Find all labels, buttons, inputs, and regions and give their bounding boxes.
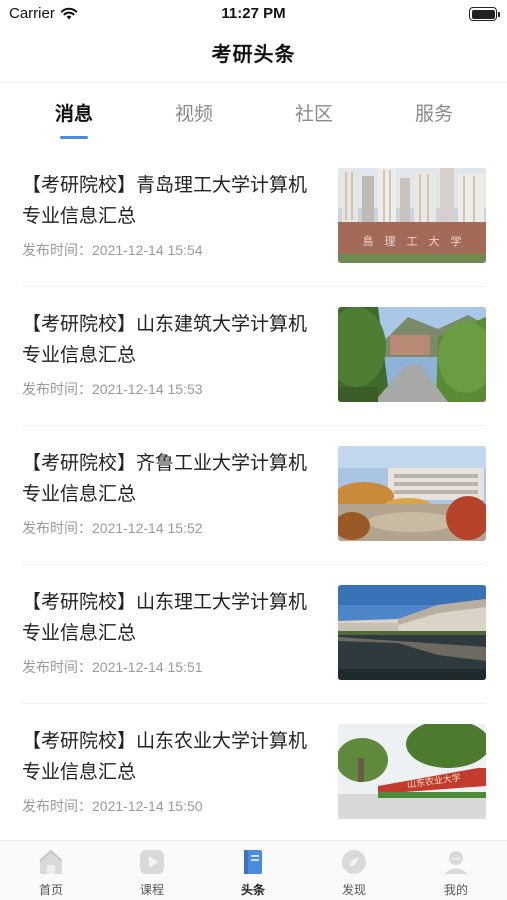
tab-services[interactable]: 服务 — [374, 99, 494, 126]
news-title[interactable]: 【考研院校】齐鲁工业大学计算机专业信息汇总 — [22, 448, 322, 510]
tabbar-courses[interactable]: 课程 — [112, 847, 192, 898]
news-title[interactable]: 【考研院校】山东理工大学计算机专业信息汇总 — [22, 587, 322, 649]
news-time: 发布时间：2021-12-14 15:51 — [22, 659, 203, 675]
book-icon — [244, 850, 262, 874]
tabbar-profile-label: 我的 — [443, 883, 468, 897]
tabbar-headlines-label: 头条 — [240, 883, 265, 897]
top-tabs: 消息 视频 社区 服务 — [0, 82, 507, 144]
compass-icon — [342, 850, 366, 874]
campus-buildings-image: 島 理 工 大 学 — [338, 168, 486, 263]
page-title: 考研头条 — [211, 44, 296, 66]
news-thumbnail[interactable]: 山东农业大学 — [338, 724, 486, 819]
tree-lined-road-image — [338, 307, 486, 402]
news-time: 发布时间：2021-12-14 15:52 — [22, 520, 203, 536]
news-thumbnail[interactable] — [338, 585, 486, 680]
news-time: 发布时间：2021-12-14 15:54 — [22, 242, 203, 258]
tabbar-home[interactable]: 首页 — [11, 847, 91, 898]
tabbar-home-label: 首页 — [38, 883, 63, 897]
tab-videos[interactable]: 视频 — [134, 99, 254, 126]
tabbar-courses-label: 课程 — [139, 883, 164, 897]
university-gate-image: 山东农业大学 — [338, 724, 486, 819]
campus-plaza-image — [338, 446, 486, 541]
status-bar: Carrier 11:27 PM — [0, 0, 507, 28]
lakeside-building-image — [338, 585, 486, 680]
news-thumbnail[interactable] — [338, 307, 486, 402]
tab-messages[interactable]: 消息 — [14, 99, 134, 126]
news-time: 发布时间：2021-12-14 15:50 — [22, 798, 203, 814]
news-title[interactable]: 【考研院校】山东农业大学计算机专业信息汇总 — [22, 726, 322, 788]
play-icon — [140, 850, 164, 874]
tabbar-profile[interactable]: 我的 — [416, 847, 496, 898]
news-item[interactable]: 【考研院校】山东农业大学计算机专业信息汇总 发布时间：2021-12-14 15… — [0, 704, 507, 843]
active-tab-indicator — [60, 136, 88, 139]
news-title[interactable]: 【考研院校】山东建筑大学计算机专业信息汇总 — [22, 309, 322, 371]
home-icon — [39, 849, 63, 874]
news-item[interactable]: 【考研院校】青岛理工大学计算机专业信息汇总 发布时间：2021-12-14 15… — [0, 148, 507, 287]
tabbar-headlines[interactable]: 头条 — [213, 847, 293, 898]
clock: 11:27 PM — [221, 5, 286, 22]
bottom-tab-bar: 首页 课程 头条 发现 我的 — [0, 840, 507, 900]
news-thumbnail[interactable]: 島 理 工 大 学 — [338, 168, 486, 263]
news-item[interactable]: 【考研院校】山东理工大学计算机专业信息汇总 发布时间：2021-12-14 15… — [0, 565, 507, 704]
news-item[interactable]: 【考研院校】山东建筑大学计算机专业信息汇总 发布时间：2021-12-14 15… — [0, 287, 507, 426]
news-title[interactable]: 【考研院校】青岛理工大学计算机专业信息汇总 — [22, 170, 322, 232]
news-time: 发布时间：2021-12-14 15:53 — [22, 381, 203, 397]
tabbar-discover-label: 发现 — [341, 883, 366, 897]
tab-community[interactable]: 社区 — [254, 99, 374, 126]
tabbar-discover[interactable]: 发现 — [314, 847, 394, 898]
news-item[interactable]: 【考研院校】齐鲁工业大学计算机专业信息汇总 发布时间：2021-12-14 15… — [0, 426, 507, 565]
news-thumbnail[interactable] — [338, 446, 486, 541]
profile-icon — [444, 851, 468, 874]
gate-lettering: 島 理 工 大 学 — [363, 234, 462, 248]
battery-icon — [469, 7, 500, 21]
